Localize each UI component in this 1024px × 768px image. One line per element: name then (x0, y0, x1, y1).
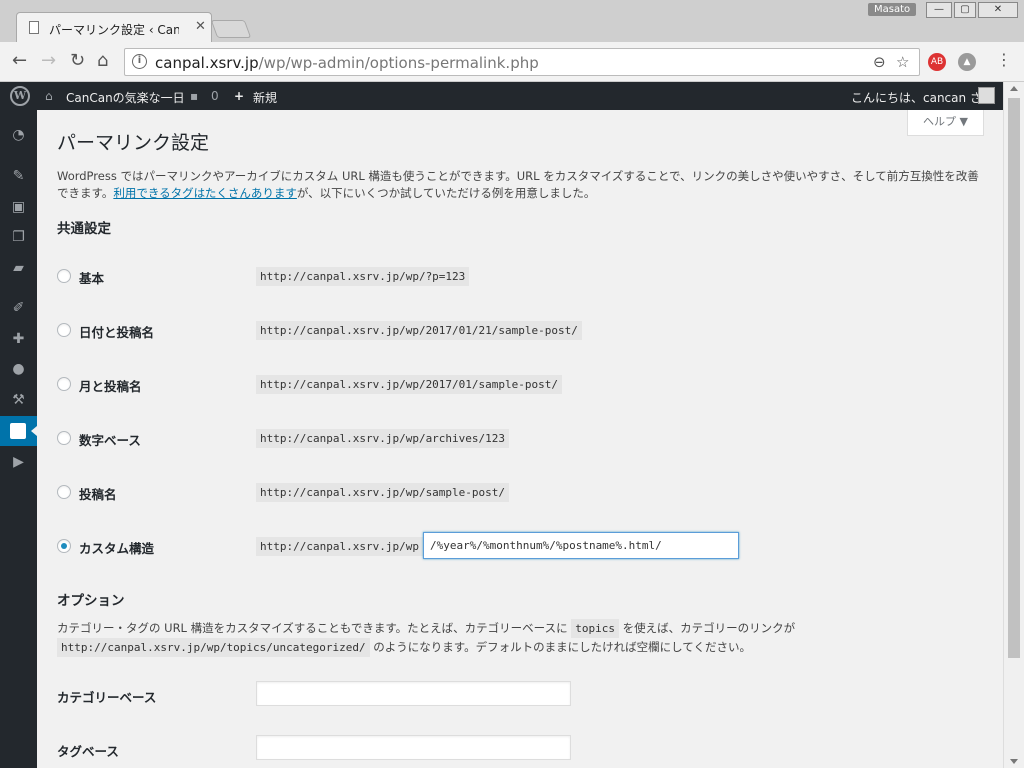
main-content: ヘルプ ▼ パーマリンク設定 WordPress ではパーマリンクやアーカイブに… (37, 110, 1003, 768)
scrollbar-thumb[interactable] (1008, 98, 1020, 658)
plus-icon: + (234, 89, 245, 103)
available-tags-link[interactable]: 利用できるタグはたくさんあります (113, 186, 297, 200)
pages-icon[interactable]: ❐ (10, 229, 27, 246)
profile-badge[interactable]: Masato (868, 3, 917, 16)
options-description: カテゴリー・タグの URL 構造をカスタマイズすることもできます。たとえば、カテ… (57, 619, 987, 657)
options-heading: オプション (57, 593, 125, 609)
greeting-text[interactable]: こんにちは、cancan さん (851, 89, 994, 106)
avatar[interactable] (978, 87, 995, 104)
close-icon[interactable]: ✕ (195, 19, 206, 34)
home-icon: ⌂ (45, 89, 53, 103)
users-icon[interactable]: ● (10, 361, 27, 378)
browser-titlebar: パーマリンク設定 ‹ CanC ✕ Masato — ▢ ✕ (0, 0, 1024, 42)
new-tab-button[interactable] (210, 20, 252, 38)
reload-icon[interactable]: ↻ (70, 50, 85, 71)
media-icon[interactable]: ▣ (10, 199, 27, 216)
category-base-input[interactable] (256, 681, 571, 706)
category-base-label: カテゴリーベース (57, 690, 157, 705)
back-icon[interactable]: ← (12, 50, 27, 71)
settings-menu-item[interactable] (0, 416, 37, 446)
tools-icon[interactable]: ⚒ (10, 392, 27, 409)
common-settings-heading: 共通設定 (57, 221, 111, 237)
option-label: 数字ベース (79, 433, 141, 448)
example-url: http://canpal.xsrv.jp/wp (256, 537, 423, 556)
new-content-link[interactable]: 新規 (253, 89, 277, 106)
play-icon[interactable]: ▶ (10, 454, 27, 471)
adblock-extension-icon[interactable]: AB (928, 53, 946, 71)
comments-icon[interactable]: ▰ (10, 260, 27, 277)
example-url: http://canpal.xsrv.jp/wp/?p=123 (256, 267, 470, 286)
radio-button[interactable] (57, 323, 71, 337)
tag-base-label: タグベース (57, 744, 119, 759)
site-name-link[interactable]: CanCanの気楽な一日 (66, 89, 185, 106)
browser-tab[interactable]: パーマリンク設定 ‹ CanC ✕ (16, 12, 212, 42)
radio-button[interactable] (57, 431, 71, 445)
wp-admin-sidebar: ◔ ✎ ▣ ❐ ▰ ✐ ✚ ● ⚒ ▶ (0, 110, 37, 768)
option-label: カスタム構造 (79, 541, 155, 556)
permalink-option-month-name[interactable]: 月と投稿名 http://canpal.xsrv.jp/wp/2017/01/s… (57, 372, 957, 396)
scroll-down-icon[interactable] (1010, 759, 1018, 764)
permalink-option-numeric[interactable]: 数字ベース http://canpal.xsrv.jp/wp/archives/… (57, 426, 957, 450)
option-label: 月と投稿名 (79, 379, 142, 394)
radio-button[interactable] (57, 377, 71, 391)
minimize-button[interactable]: — (926, 2, 952, 18)
comments-count[interactable]: 0 (211, 89, 219, 103)
example-url: http://canpal.xsrv.jp/wp/2017/01/21/samp… (256, 321, 582, 340)
menu-icon[interactable]: ⋮ (996, 50, 1012, 69)
tag-base-input[interactable] (256, 735, 571, 760)
appearance-icon[interactable]: ✐ (10, 300, 27, 317)
radio-button[interactable] (57, 269, 71, 283)
example-url: http://canpal.xsrv.jp/wp/archives/123 (256, 429, 510, 448)
permalink-option-post-name[interactable]: 投稿名 http://canpal.xsrv.jp/wp/sample-post… (57, 480, 957, 504)
radio-button-checked[interactable] (57, 539, 71, 553)
example-code: topics (571, 619, 619, 638)
example-url: http://canpal.xsrv.jp/wp/2017/01/sample-… (256, 375, 563, 394)
custom-structure-input[interactable]: /%year%/%monthnum%/%postname%.html/ (423, 532, 739, 559)
settings-icon (10, 423, 26, 439)
intro-text: WordPress ではパーマリンクやアーカイブにカスタム URL 構造も使うこ… (57, 169, 979, 200)
option-label: 投稿名 (79, 487, 117, 502)
wp-admin-bar: W ⌂ CanCanの気楽な一日 ▪ 0 + 新規 こんにちは、cancan さ… (0, 82, 1003, 110)
radio-button[interactable] (57, 485, 71, 499)
option-label: 日付と投稿名 (79, 325, 155, 340)
address-bar[interactable]: i canpal.xsrv.jp/wp/wp-admin/options-per… (124, 48, 920, 76)
page-title: パーマリンク設定 (57, 132, 210, 154)
wordpress-logo-icon[interactable]: W (10, 86, 30, 106)
comment-icon[interactable]: ▪ (190, 89, 198, 103)
page-scrollbar[interactable] (1003, 82, 1024, 768)
example-code: http://canpal.xsrv.jp/wp/topics/uncatego… (57, 638, 370, 657)
option-label: 基本 (79, 271, 105, 286)
home-icon[interactable]: ⌂ (97, 50, 108, 71)
url-text: canpal.xsrv.jp/wp/wp-admin/options-perma… (155, 54, 539, 72)
info-icon[interactable]: i (132, 54, 147, 69)
tab-title: パーマリンク設定 ‹ CanC (49, 23, 179, 37)
bookmark-star-icon[interactable]: ☆ (896, 53, 909, 71)
forward-icon[interactable]: → (41, 50, 56, 71)
dashboard-icon[interactable]: ◔ (10, 127, 27, 144)
document-icon (29, 21, 39, 34)
example-url: http://canpal.xsrv.jp/wp/sample-post/ (256, 483, 510, 502)
plugins-icon[interactable]: ✚ (10, 331, 27, 348)
permalink-option-custom[interactable]: カスタム構造 http://canpal.xsrv.jp/wp /%year%/… (57, 532, 957, 559)
permalink-option-day-name[interactable]: 日付と投稿名 http://canpal.xsrv.jp/wp/2017/01/… (57, 318, 957, 342)
scroll-up-icon[interactable] (1010, 86, 1018, 91)
maximize-button[interactable]: ▢ (954, 2, 976, 18)
window-close-button[interactable]: ✕ (978, 2, 1018, 18)
help-button[interactable]: ヘルプ ▼ (907, 110, 984, 136)
zoom-icon[interactable]: ⊖ (873, 53, 886, 71)
permalink-option-plain[interactable]: 基本 http://canpal.xsrv.jp/wp/?p=123 (57, 264, 957, 288)
browser-toolbar: ← → ↻ ⌂ i canpal.xsrv.jp/wp/wp-admin/opt… (0, 42, 1024, 82)
pin-icon[interactable]: ✎ (10, 168, 27, 185)
drive-extension-icon[interactable]: ▲ (958, 53, 976, 71)
